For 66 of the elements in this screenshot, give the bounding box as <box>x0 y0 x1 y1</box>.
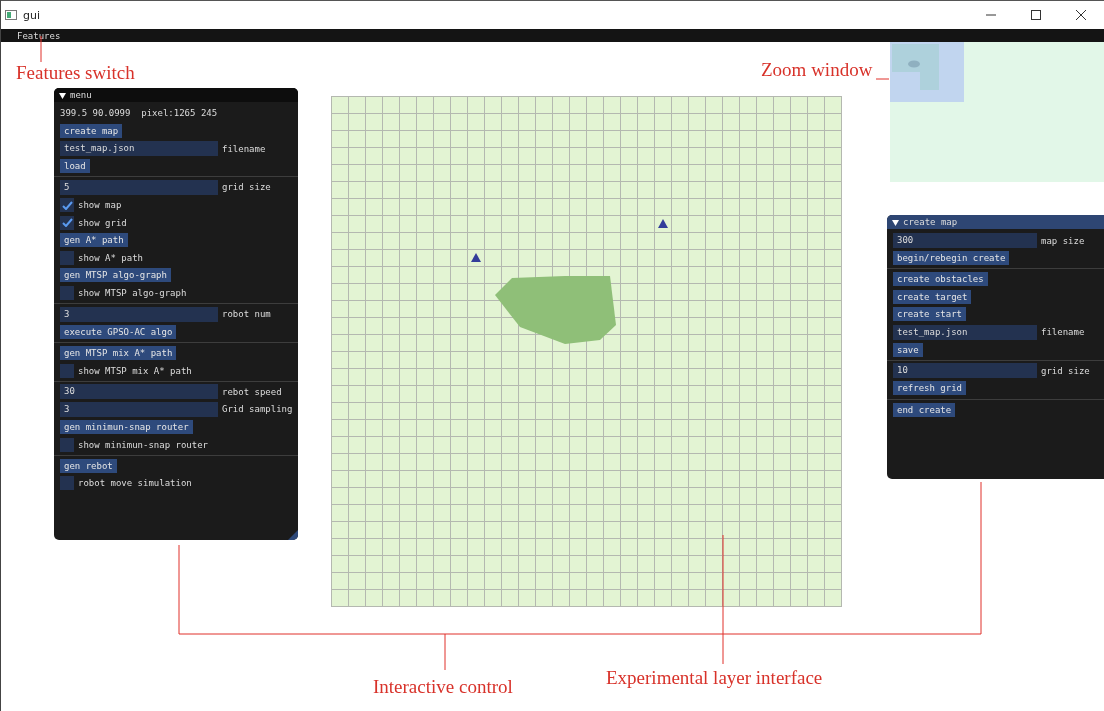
field-label: rebot speed <box>222 386 282 397</box>
app-icon <box>5 10 17 20</box>
field-label: map size <box>1041 235 1085 246</box>
button[interactable]: gen A* path <box>60 233 128 248</box>
leader-line <box>875 78 890 80</box>
field-label: grid size <box>1041 365 1090 376</box>
menu-item[interactable]: Features <box>17 29 61 42</box>
leader-line <box>40 35 42 63</box>
window-title: gui <box>23 8 40 22</box>
button[interactable]: gen MTSP mix A* path <box>60 346 177 360</box>
button[interactable]: gen rebot <box>60 458 117 473</box>
checkbox-label: show MTSP mix A* path <box>78 365 192 376</box>
input-field[interactable]: 300 <box>893 233 1037 248</box>
annotation-label: Experimental layer interface <box>606 667 823 689</box>
status-text: 399.5 90.0999 pixel:1265 245 <box>60 107 219 120</box>
checkbox-label: show grid <box>78 217 127 228</box>
input-field[interactable]: test_map.json <box>60 141 218 157</box>
button[interactable]: create start <box>893 307 967 322</box>
button[interactable]: save <box>893 342 923 357</box>
checkbox[interactable] <box>60 198 74 213</box>
button[interactable]: end create <box>893 402 956 417</box>
collapse-icon[interactable] <box>892 218 899 226</box>
checkbox-label: show MTSP algo-graph <box>78 288 187 299</box>
panel-title: menu <box>70 89 92 101</box>
checkbox-label: show minimun-snap router <box>78 439 209 450</box>
target-marker <box>658 219 668 228</box>
field-label: robot num <box>222 309 271 320</box>
checkbox-label: show map <box>78 200 122 211</box>
field-label: grid size <box>222 182 271 193</box>
button[interactable]: create map <box>60 124 123 139</box>
annotation-label: Interactive control <box>373 676 513 698</box>
input-field[interactable]: 3 <box>60 401 218 417</box>
annotation-label: Zoom window <box>761 59 873 81</box>
button[interactable]: gen minimun-snap router <box>60 419 193 434</box>
annotation-label: Features switch <box>16 62 135 84</box>
checkbox-label: robot move simulation <box>78 478 192 489</box>
checkbox[interactable] <box>60 215 74 230</box>
checkbox[interactable] <box>60 437 74 452</box>
checkbox[interactable] <box>60 250 74 265</box>
button[interactable]: refresh grid <box>893 381 967 396</box>
input-field[interactable]: 3 <box>60 306 218 322</box>
panel-titlebar[interactable]: menu <box>54 88 298 102</box>
input-field[interactable]: 30 <box>60 384 218 400</box>
input-field[interactable]: 5 <box>60 179 218 195</box>
panel-titlebar[interactable]: create map <box>887 215 1104 229</box>
collapse-icon[interactable] <box>59 91 66 99</box>
button[interactable]: create obstacles <box>893 272 988 287</box>
close-icon[interactable] <box>1076 10 1086 20</box>
button[interactable]: execute GPSO-AC algo <box>60 324 177 339</box>
checkbox[interactable] <box>60 363 74 378</box>
resize-grip-icon[interactable] <box>288 530 298 540</box>
button[interactable]: load <box>60 159 90 174</box>
button[interactable]: gen MTSP algo-graph <box>60 268 171 283</box>
button[interactable]: begin/rebegin create <box>893 251 1010 266</box>
target-marker <box>471 253 481 262</box>
input-field[interactable]: test_map.json <box>893 324 1037 340</box>
field-label: Grid sampling <box>222 404 293 415</box>
field-label: filename <box>222 143 266 154</box>
checkbox-label: show A* path <box>78 252 144 263</box>
maximize-icon[interactable] <box>1031 10 1041 20</box>
field-label: filename <box>1041 327 1085 338</box>
checkbox[interactable] <box>60 476 74 491</box>
panel-title: create map <box>903 216 958 228</box>
input-field[interactable]: 10 <box>893 363 1037 379</box>
button[interactable]: create target <box>893 289 972 304</box>
checkbox[interactable] <box>60 286 74 301</box>
